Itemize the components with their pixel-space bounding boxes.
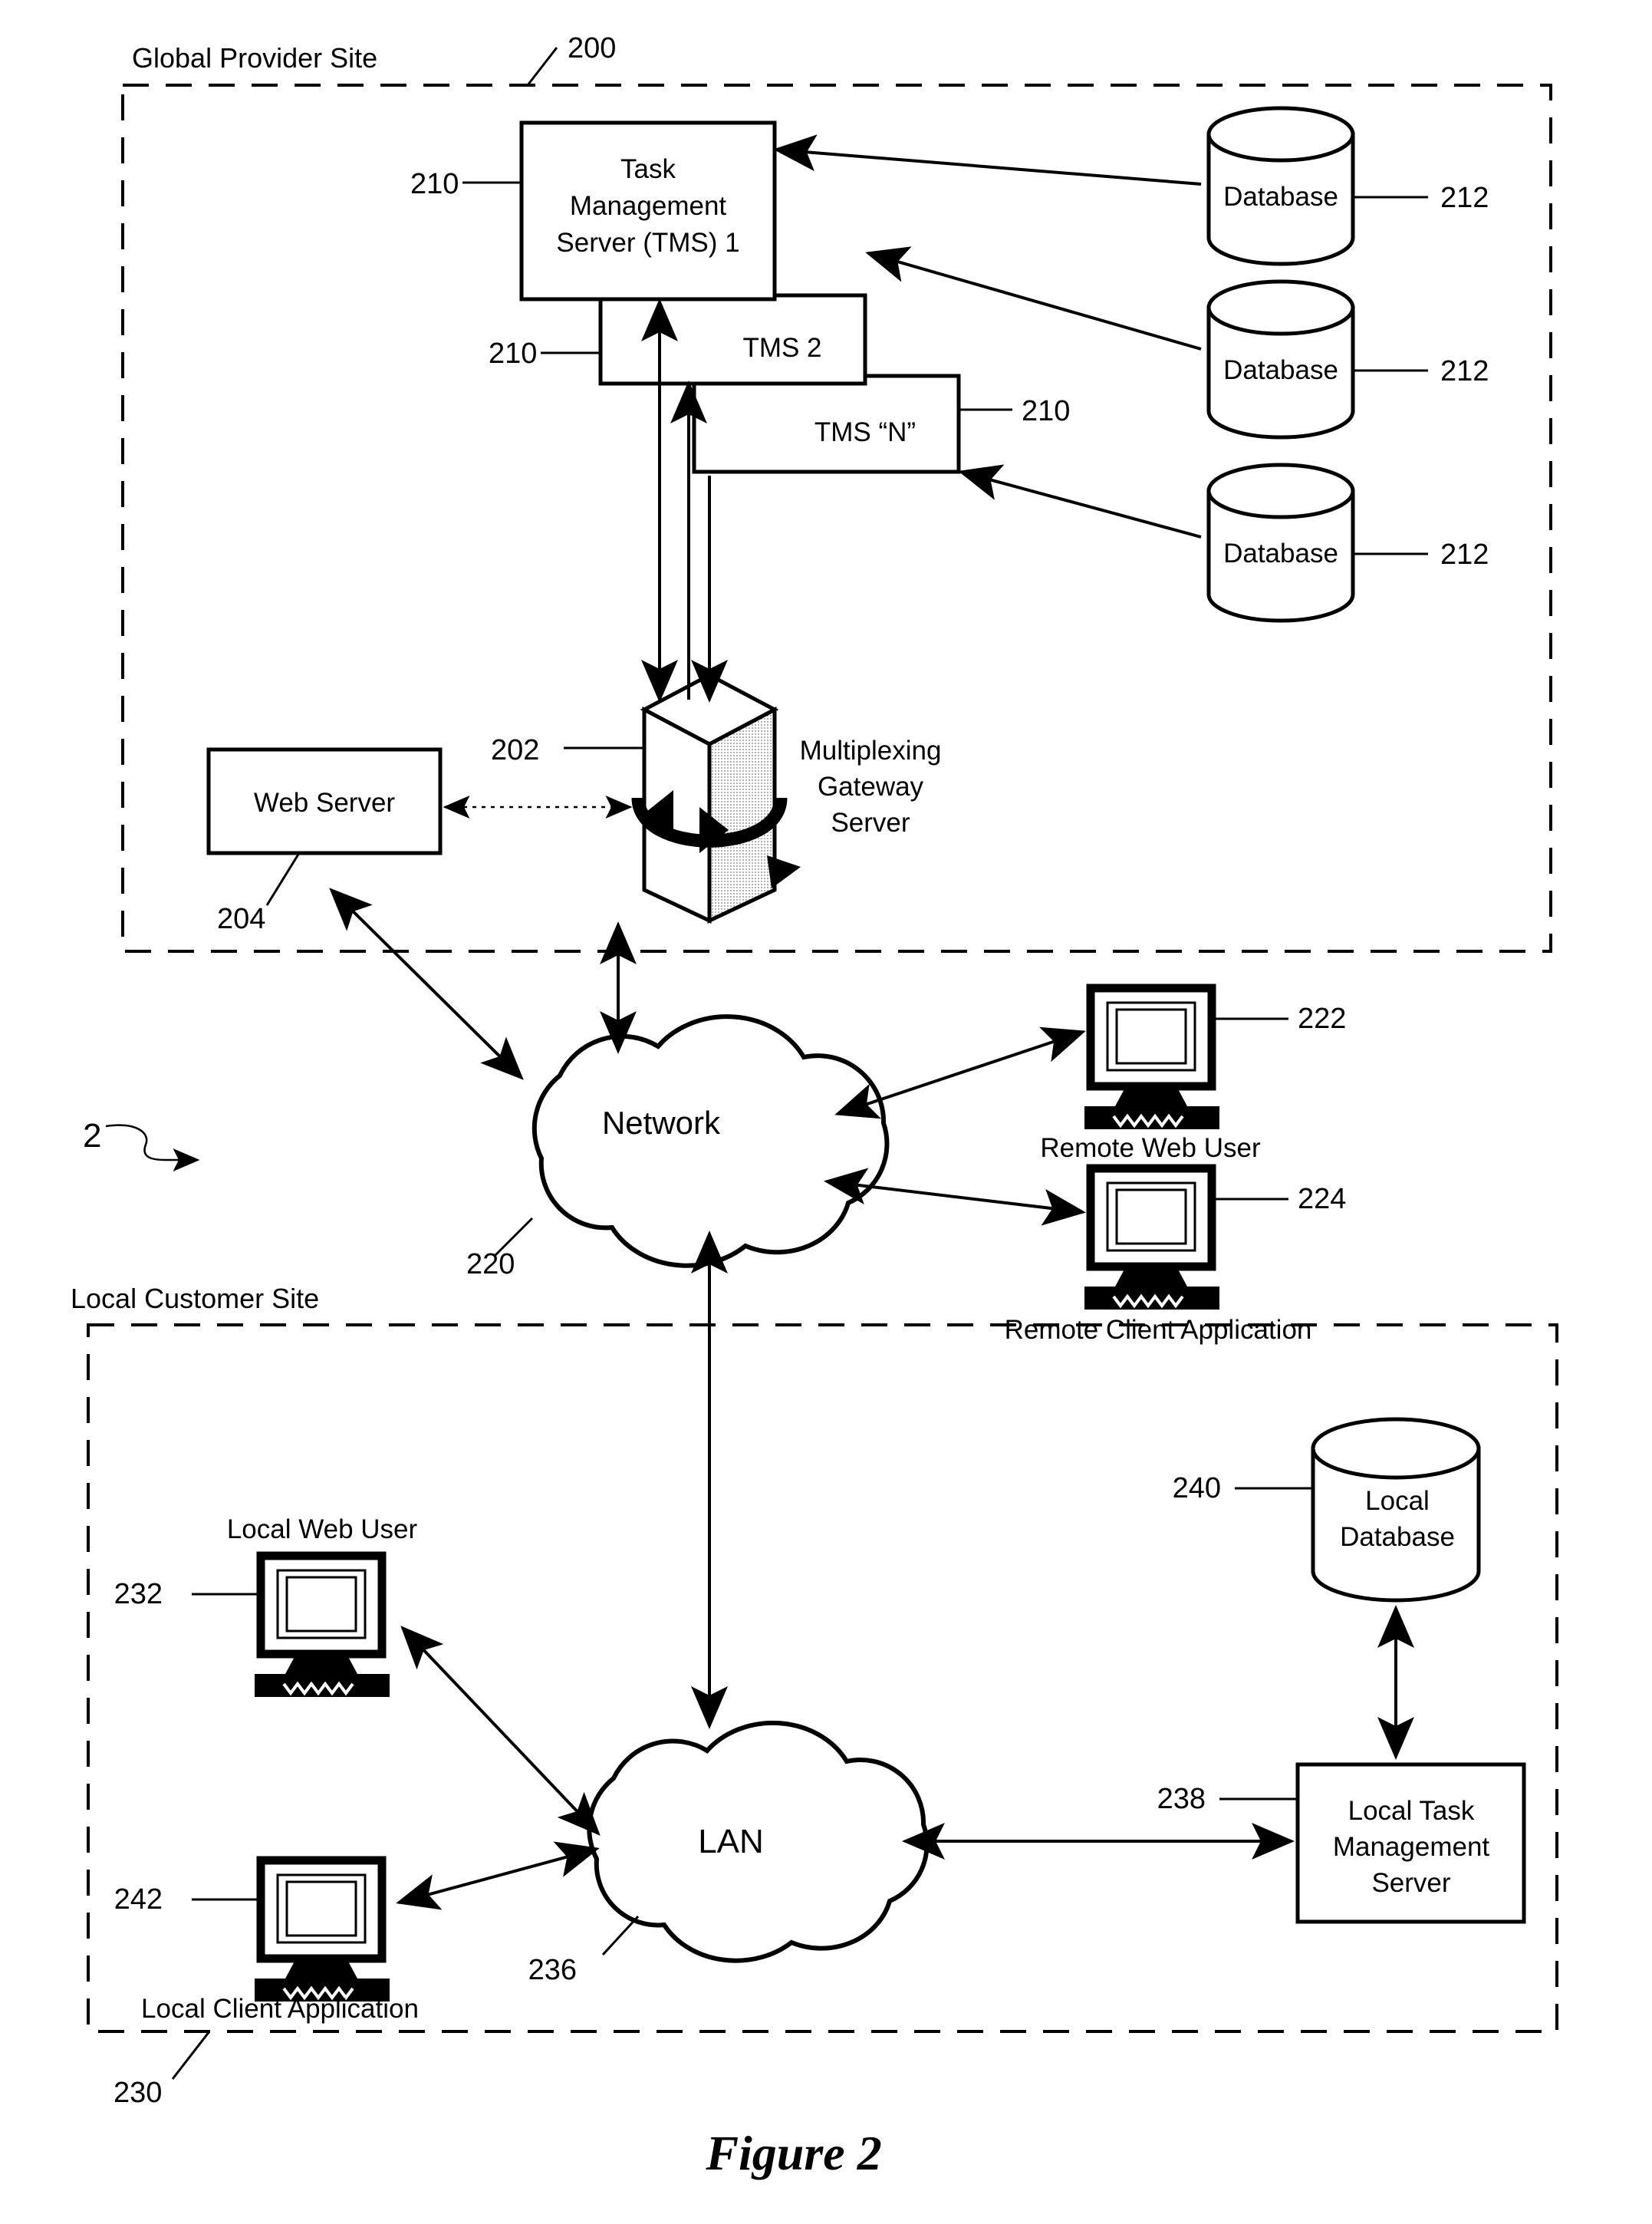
remote-web-user-monitor-icon[interactable] (1084, 984, 1219, 1129)
ref-222: 222 (1298, 1003, 1346, 1035)
local-database-label-line2: Database (1340, 1522, 1455, 1552)
multiplexing-gateway-server-icon[interactable] (631, 673, 801, 924)
tms-2-box[interactable] (598, 293, 867, 386)
arrow-webserver-network (329, 888, 524, 1080)
tms-1-label-line1: Task (620, 154, 676, 184)
ref-212-db1: 212 (1440, 182, 1489, 214)
mux-gateway-label-line3: Server (831, 808, 910, 838)
ref-220: 220 (466, 1248, 515, 1280)
ref-238: 238 (1157, 1783, 1206, 1815)
ref-202: 202 (491, 734, 539, 766)
ref-230-leader (171, 2031, 211, 2080)
local-tms-label-line1: Local Task (1348, 1796, 1475, 1826)
arrow-lan-local-client-app (396, 1841, 600, 1910)
figure-caption: Figure 2 (705, 2126, 881, 2180)
tms-1-label-line3: Server (TMS) 1 (556, 228, 739, 258)
arrow-db2-to-tms2 (865, 246, 1202, 351)
local-client-application-monitor-icon[interactable] (255, 1856, 390, 2002)
ref-232: 232 (114, 1578, 163, 1610)
arrow-db3-to-tmsn (958, 464, 1202, 539)
local-web-user-label: Local Web User (227, 1514, 418, 1544)
mux-gateway-label-line1: Multiplexing (800, 736, 942, 766)
system-ref-2-squiggle (105, 1124, 200, 1171)
local-web-user-monitor-icon[interactable] (255, 1551, 390, 1697)
database-2-label: Database (1223, 355, 1338, 385)
lan-label: LAN (698, 1823, 764, 1860)
mux-gateway-label-line2: Gateway (818, 772, 924, 802)
local-client-application-label: Local Client Application (141, 1994, 419, 2024)
local-tms-label-line3: Server (1371, 1868, 1450, 1898)
remote-web-user-label: Remote Web User (1040, 1133, 1261, 1163)
ref-240: 240 (1173, 1472, 1221, 1504)
arrow-network-remote-client-app (824, 1168, 1086, 1226)
arrow-lan-local-web-user (400, 1626, 601, 1836)
network-label: Network (602, 1105, 721, 1141)
tms-2-label: TMS 2 (742, 333, 821, 363)
arrow-network-remote-web-user (834, 1026, 1086, 1119)
system-ref-2: 2 (83, 1117, 101, 1155)
ref-210-tms2: 210 (489, 338, 537, 370)
tms-1-label-line2: Management (570, 191, 727, 221)
ref-200-leader (526, 47, 558, 86)
diagram-canvas: Global Provider Site 200 Local Customer … (71, 32, 1558, 2180)
ref-236-leader (601, 1915, 640, 1956)
ref-204-leader (265, 852, 301, 906)
ref-224: 224 (1298, 1183, 1346, 1215)
ref-236: 236 (528, 1954, 577, 1986)
local-site-title: Local Customer Site (71, 1283, 319, 1314)
ref-204: 204 (217, 903, 265, 935)
ref-200: 200 (568, 32, 616, 64)
local-tms-label-line2: Management (1333, 1832, 1490, 1862)
database-1-label: Database (1223, 182, 1338, 212)
ref-230: 230 (114, 2077, 162, 2109)
patent-figure-2: Global Provider Site 200 Local Customer … (0, 0, 1652, 2224)
network-cloud[interactable] (531, 1014, 890, 1268)
remote-client-application-monitor-icon[interactable] (1084, 1164, 1219, 1310)
ref-212-db2: 212 (1440, 355, 1489, 387)
database-3-label: Database (1223, 539, 1338, 568)
ref-242: 242 (114, 1883, 163, 1916)
ref-212-db3: 212 (1440, 539, 1489, 571)
remote-client-application-label: Remote Client Application (1005, 1315, 1312, 1345)
global-site-title: Global Provider Site (132, 42, 377, 74)
web-server-label: Web Server (254, 788, 395, 818)
local-database-label-line1: Local (1365, 1486, 1430, 1516)
ref-210-tmsn: 210 (1022, 395, 1070, 427)
ref-210-tms1: 210 (410, 168, 459, 200)
tms-n-label: TMS “N” (814, 417, 916, 447)
arrow-db1-to-tms1 (773, 134, 1202, 186)
